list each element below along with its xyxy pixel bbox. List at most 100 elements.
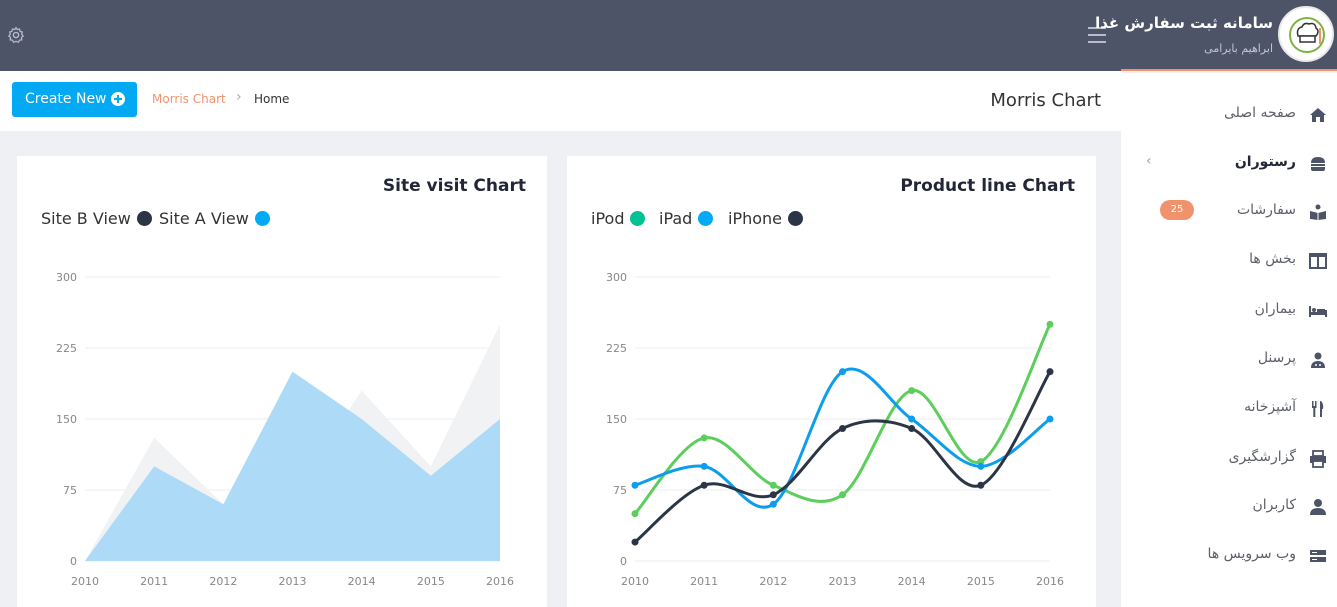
sidebar-item-label: پرسنل: [1257, 350, 1296, 366]
legend-dot: [630, 211, 646, 226]
legend-ipod: iPod: [591, 209, 646, 228]
gear-icon[interactable]: [7, 26, 25, 48]
breadcrumb-morris-chart[interactable]: Morris Chart: [152, 92, 226, 106]
sidebar-item-sections[interactable]: بخش ها: [1121, 246, 1337, 276]
point-ipad: [631, 481, 639, 489]
point-ipad: [839, 368, 846, 376]
server-icon: [1309, 547, 1327, 565]
legend-iphone: iPhone: [728, 209, 804, 228]
sidebar-item-users[interactable]: کاربران: [1121, 492, 1337, 522]
sidebar-item-label: گزارشگیری: [1228, 449, 1296, 465]
orders-count-badge: 25: [1160, 200, 1194, 220]
app-title: سامانه ثبت سفارش غذا: [1095, 14, 1273, 32]
user-name: ابراهیم بایرامی: [1204, 42, 1273, 55]
x-tick-label: 2012: [209, 575, 237, 588]
point-ipod: [839, 491, 846, 499]
point-iphone: [631, 538, 639, 546]
printer-icon: [1309, 450, 1327, 468]
point-iphone: [908, 424, 916, 432]
point-iphone: [977, 481, 985, 489]
sidebar-item-label: بخش ها: [1249, 251, 1296, 267]
staff-icon: [1309, 351, 1327, 369]
y-tick-label: 0: [70, 555, 77, 568]
x-tick-label: 2015: [417, 575, 445, 588]
brand-area[interactable]: سامانه ثبت سفارش غذا ابراهیم بایرامی: [1095, 0, 1337, 71]
point-ipad: [908, 415, 916, 423]
legend-site-a: Site A View: [159, 209, 270, 228]
sidebar-item-home[interactable]: صفحه اصلی: [1121, 100, 1337, 130]
x-tick-label: 2014: [348, 575, 376, 588]
point-ipod: [908, 387, 916, 395]
breadcrumb-home: Home: [254, 92, 290, 106]
x-tick-label: 2014: [898, 575, 926, 588]
point-ipod: [769, 481, 777, 489]
point-ipod: [700, 434, 708, 442]
sidebar-item-web-services[interactable]: وب سرویس ها: [1121, 541, 1337, 571]
create-new-button[interactable]: Create New: [12, 82, 137, 117]
point-iphone: [1046, 368, 1054, 376]
product-line-card: 0 75 150 225 300 2010 2011 2012 2013 2014 2015 2016…: [567, 156, 1096, 607]
sidebar-item-reports[interactable]: گزارشگیری: [1121, 444, 1337, 474]
sidebar-item-kitchen[interactable]: آشپزخانه: [1121, 394, 1337, 424]
legend-dot: [254, 211, 270, 226]
y-tick-label: 75: [613, 484, 627, 497]
legend-dot: [698, 211, 714, 226]
page-title: Morris Chart: [990, 90, 1101, 111]
sidebar-item-orders[interactable]: 25 سفارشات: [1121, 197, 1337, 227]
chevron-left-icon: ‹: [1146, 153, 1152, 169]
sidebar-item-patients[interactable]: بیماران: [1121, 296, 1337, 326]
bed-icon: [1309, 302, 1327, 320]
y-tick-label: 225: [56, 342, 77, 355]
x-tick-label: 2016: [486, 575, 514, 588]
legend-dot: [788, 211, 804, 226]
chart-title: Site visit Chart: [382, 176, 526, 196]
legend-label: Site A View: [159, 209, 249, 228]
x-tick-label: 2011: [690, 575, 718, 588]
y-tick-label: 225: [606, 342, 627, 355]
point-iphone: [839, 424, 846, 432]
user-icon: [1309, 498, 1327, 516]
x-tick-label: 2013: [279, 575, 307, 588]
legend-label: iPad: [659, 209, 693, 228]
site-visit-card: 0 75 150 225 300 2010 2011 2012 2013 2014 2015 2016…: [17, 156, 547, 607]
y-tick-label: 150: [56, 413, 77, 426]
point-ipad: [769, 500, 777, 508]
sidebar-item-label: سفارشات: [1236, 202, 1296, 218]
x-tick-label: 2010: [621, 575, 649, 588]
legend-ipad: iPad: [659, 209, 714, 228]
point-iphone: [769, 491, 777, 499]
chart-title: Product line Chart: [900, 176, 1075, 196]
point-ipod: [1046, 320, 1054, 328]
columns-icon: [1309, 252, 1327, 270]
point-ipad: [977, 462, 985, 470]
y-tick-label: 150: [606, 413, 627, 426]
x-tick-label: 2011: [140, 575, 168, 588]
x-tick-label: 2016: [1036, 575, 1064, 588]
sidebar-item-restaurant[interactable]: ‹ رستوران: [1121, 149, 1337, 179]
create-new-label: Create New: [25, 91, 107, 107]
legend-label: iPhone: [728, 209, 783, 228]
legend-site-b: Site B View: [41, 209, 152, 228]
sidebar: صفحه اصلی ‹ رستوران 25 سفارشات بخش ها بی…: [1121, 73, 1337, 607]
x-tick-label: 2010: [71, 575, 99, 588]
y-tick-label: 300: [606, 271, 627, 284]
cutlery-icon: [1309, 400, 1327, 418]
chevron-right-icon: ›: [236, 89, 242, 105]
sidebar-item-staff[interactable]: پرسنل: [1121, 345, 1337, 375]
sidebar-item-label: کاربران: [1252, 497, 1296, 513]
point-ipad: [700, 462, 708, 470]
point-iphone: [700, 481, 708, 489]
sidebar-item-label: آشپزخانه: [1244, 399, 1296, 415]
y-tick-label: 300: [56, 271, 77, 284]
legend-label: Site B View: [41, 209, 131, 228]
plus-circle-icon: [111, 92, 125, 106]
chef-logo: [1278, 6, 1334, 62]
x-tick-label: 2012: [759, 575, 787, 588]
y-tick-label: 75: [63, 484, 77, 497]
point-ipad: [1046, 415, 1054, 423]
sidebar-item-label: بیماران: [1254, 301, 1296, 317]
legend-label: iPod: [591, 209, 625, 228]
product-line-chart: 0 75 150 225 300 2010 2011 2012 2013 2014 2015 2016: [606, 271, 1064, 588]
sidebar-item-label: رستوران: [1234, 154, 1296, 170]
legend-dot: [136, 211, 152, 226]
